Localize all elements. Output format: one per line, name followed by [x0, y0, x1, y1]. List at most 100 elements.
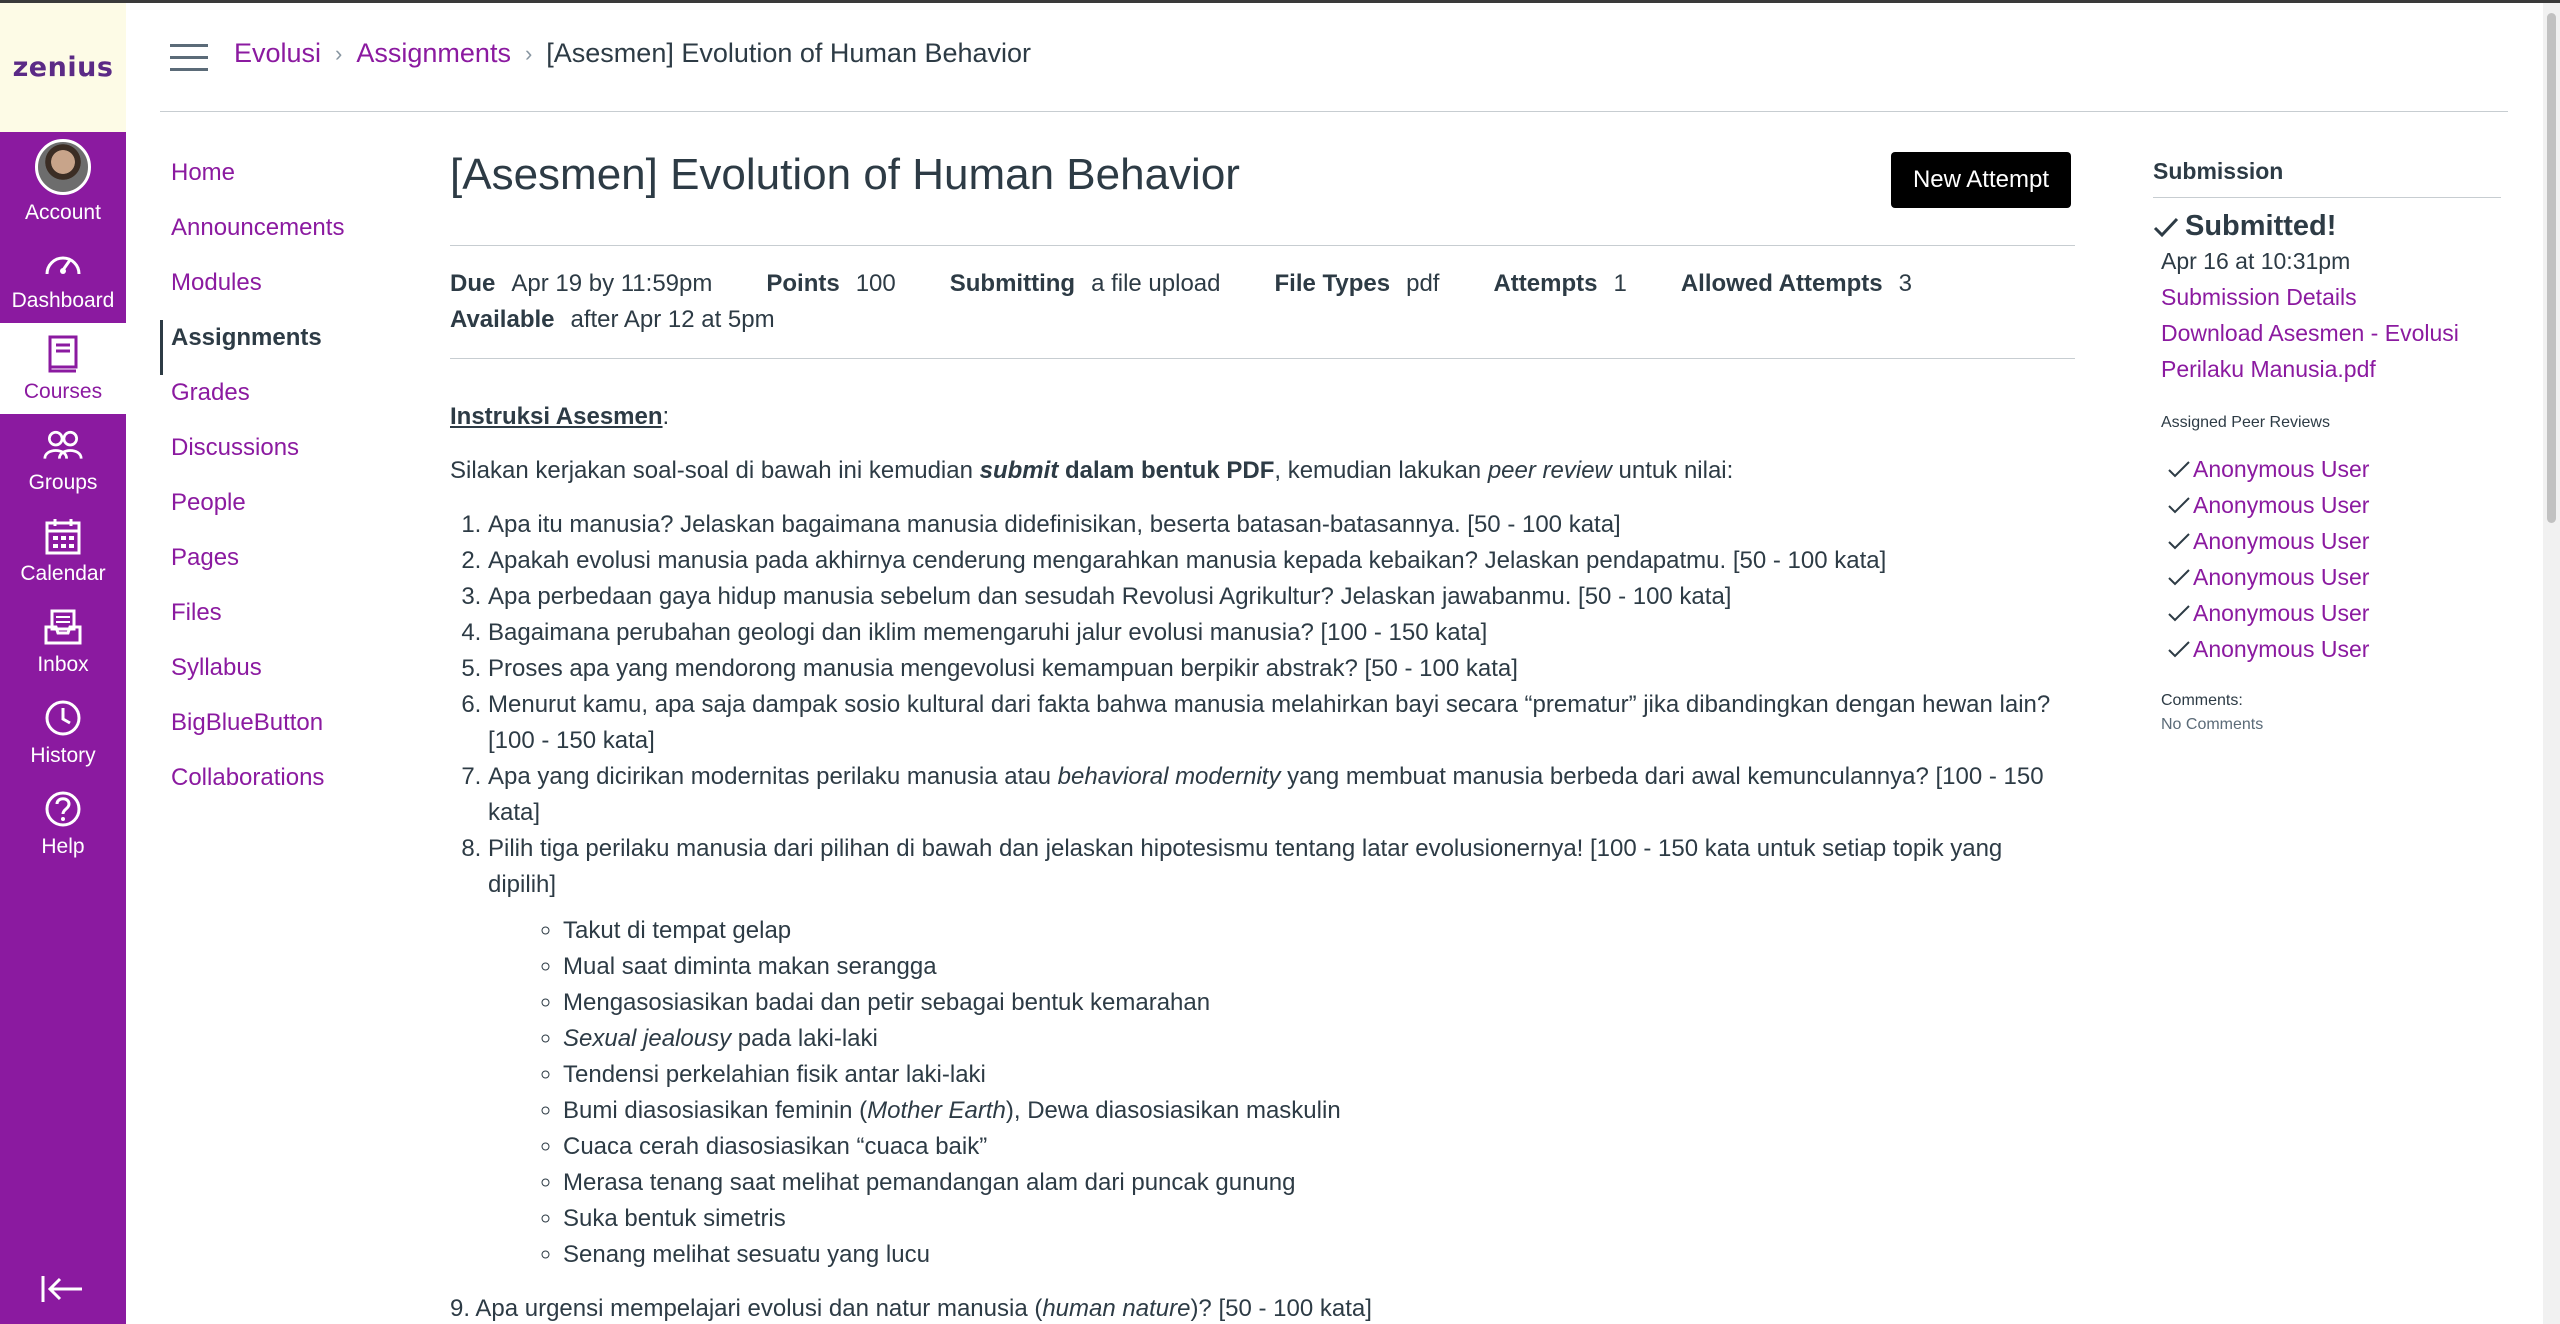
peer-review-name: Anonymous User — [2193, 456, 2370, 482]
nav-courses[interactable]: Courses — [0, 323, 126, 414]
comments-label: Comments: — [2161, 692, 2243, 709]
chevron-right-icon: › — [524, 40, 533, 66]
assignment-description: Instruksi Asesmen: Silakan kerjakan soal… — [450, 399, 2075, 1324]
course-nav-files[interactable]: Files — [160, 595, 410, 650]
course-nav-assignments[interactable]: Assignments — [160, 320, 410, 375]
dashboard-icon — [43, 243, 83, 283]
breadcrumb-assignments[interactable]: Assignments — [356, 38, 511, 69]
nav-groups-label: Groups — [28, 470, 98, 494]
nav-inbox[interactable]: Inbox — [0, 596, 126, 687]
peer-review-item[interactable]: Anonymous User — [2153, 559, 2501, 595]
question-item: Pilih tiga perilaku manusia dari pilihan… — [488, 831, 2075, 1273]
points-value: 100 — [855, 270, 896, 297]
zenius-logo: zenius — [12, 52, 114, 83]
nav-calendar-label: Calendar — [20, 561, 106, 585]
course-menu-toggle[interactable] — [170, 44, 208, 72]
submission-sidebar: Submission Submitted! Apr 16 at 10:31pm … — [2153, 158, 2501, 737]
q9-text: 9. Apa urgensi mempelajari evolusi dan n… — [450, 1295, 1043, 1322]
submission-title: Submission — [2153, 158, 2501, 198]
collapse-nav-button[interactable] — [40, 1272, 84, 1306]
due-label: Due — [450, 270, 496, 297]
course-nav-grades[interactable]: Grades — [160, 375, 410, 430]
q8-text: Pilih tiga perilaku manusia dari pilihan… — [488, 835, 2003, 898]
option-item: Suka bentuk simetris — [563, 1201, 2075, 1237]
breadcrumb-course[interactable]: Evolusi — [234, 38, 321, 69]
course-nav-announcements[interactable]: Announcements — [160, 210, 410, 265]
intro-text: , kemudian lakukan — [1274, 457, 1488, 484]
course-nav-syllabus[interactable]: Syllabus — [160, 650, 410, 705]
due-value: Apr 19 by 11:59pm — [511, 270, 713, 297]
peer-review-item[interactable]: Anonymous User — [2153, 487, 2501, 523]
checkmark-icon — [2168, 461, 2190, 478]
question-item: Apa itu manusia? Jelaskan bagaimana manu… — [488, 507, 2075, 543]
course-nav-pages[interactable]: Pages — [160, 540, 410, 595]
file-types-value: pdf — [1406, 270, 1440, 297]
details-row: Available after Apr 12 at 5pm — [450, 302, 2075, 338]
intro-text: untuk nilai: — [1611, 457, 1734, 484]
submitted-label: Submitted! — [2185, 210, 2337, 242]
global-nav: zenius Account Dashboard Courses Groups … — [0, 3, 126, 1324]
q7-behavioral-modernity: behavioral modernity — [1057, 763, 1281, 790]
course-nav-modules[interactable]: Modules — [160, 265, 410, 320]
course-nav-discussions[interactable]: Discussions — [160, 430, 410, 485]
page-scrollbar[interactable] — [2543, 3, 2560, 1324]
points-label: Points — [766, 270, 840, 297]
checkmark-icon — [2168, 641, 2190, 658]
submission-details-link[interactable]: Submission Details — [2161, 279, 2501, 315]
nav-dashboard[interactable]: Dashboard — [0, 232, 126, 323]
avatar — [35, 139, 91, 195]
assignment-content: [Asesmen] Evolution of Human Behavior Ne… — [450, 140, 2075, 1324]
history-icon — [43, 698, 83, 738]
instructions-heading-line: Instruksi Asesmen: — [450, 403, 670, 430]
course-nav-people[interactable]: People — [160, 485, 410, 540]
courses-icon — [43, 334, 83, 374]
behavior-options: Takut di tempat gelap Mual saat diminta … — [488, 913, 2075, 1273]
peer-review-item[interactable]: Anonymous User — [2153, 595, 2501, 631]
collapse-arrow-icon — [41, 1276, 82, 1302]
nav-help-label: Help — [41, 834, 85, 858]
peer-review-item[interactable]: Anonymous User — [2153, 523, 2501, 559]
file-types-label: File Types — [1274, 270, 1391, 297]
scrollbar-thumb[interactable] — [2547, 13, 2556, 523]
page-title: [Asesmen] Evolution of Human Behavior — [450, 150, 1240, 199]
assignment-details: Due Apr 19 by 11:59pm Points 100 Submitt… — [450, 246, 2075, 358]
nav-groups[interactable]: Groups — [0, 414, 126, 505]
intro-peer-review: peer review — [1487, 457, 1612, 484]
q7-text: Apa yang dicirikan modernitas perilaku m… — [488, 763, 1058, 790]
title-row: [Asesmen] Evolution of Human Behavior Ne… — [450, 140, 2075, 245]
intro-pdf: dalam bentuk PDF — [1058, 457, 1275, 484]
checkmark-icon — [2168, 533, 2190, 550]
nav-dashboard-label: Dashboard — [11, 288, 115, 312]
nav-inbox-label: Inbox — [37, 652, 89, 676]
attempts-label: Attempts — [1493, 270, 1598, 297]
question-item: Bagaimana perubahan geologi dan iklim me… — [488, 615, 2075, 651]
question-list: Apa itu manusia? Jelaskan bagaimana manu… — [450, 507, 2075, 1273]
nav-history[interactable]: History — [0, 687, 126, 778]
question-item: Menurut kamu, apa saja dampak sosio kult… — [488, 687, 2075, 759]
option-text: pada laki-laki — [731, 1025, 878, 1052]
new-attempt-button[interactable]: New Attempt — [1890, 152, 2071, 208]
nav-help[interactable]: Help — [0, 778, 126, 869]
intro-submit: submit — [979, 457, 1059, 484]
download-file-link[interactable]: Download Asesmen - Evolusi Perilaku Manu… — [2161, 315, 2501, 387]
allowed-attempts-value: 3 — [1898, 270, 1912, 297]
submitting-value: a file upload — [1091, 270, 1221, 297]
option-item: Tendensi perkelahian fisik antar laki-la… — [563, 1057, 2075, 1093]
submission-date: Apr 16 at 10:31pm — [2161, 248, 2351, 274]
nav-courses-label: Courses — [23, 379, 103, 403]
question-item: Apa yang dicirikan modernitas perilaku m… — [488, 759, 2075, 831]
hamburger-bar — [170, 44, 208, 47]
peer-review-item[interactable]: Anonymous User — [2153, 631, 2501, 667]
course-nav-bigbluebutton[interactable]: BigBlueButton — [160, 705, 410, 760]
option-item: Takut di tempat gelap — [563, 913, 2075, 949]
peer-review-item[interactable]: Anonymous User — [2153, 451, 2501, 487]
q9-human-nature: human nature — [1042, 1295, 1191, 1322]
nav-account[interactable]: Account — [0, 132, 126, 232]
logo-link[interactable]: zenius — [0, 3, 126, 132]
checkmark-icon — [2168, 497, 2190, 514]
option-item: Mual saat diminta makan serangga — [563, 949, 2075, 985]
option-item: Bumi diasosiasikan feminin (Mother Earth… — [563, 1093, 2075, 1129]
course-nav-collaborations[interactable]: Collaborations — [160, 760, 410, 815]
course-nav-home[interactable]: Home — [160, 155, 410, 210]
nav-calendar[interactable]: Calendar — [0, 505, 126, 596]
